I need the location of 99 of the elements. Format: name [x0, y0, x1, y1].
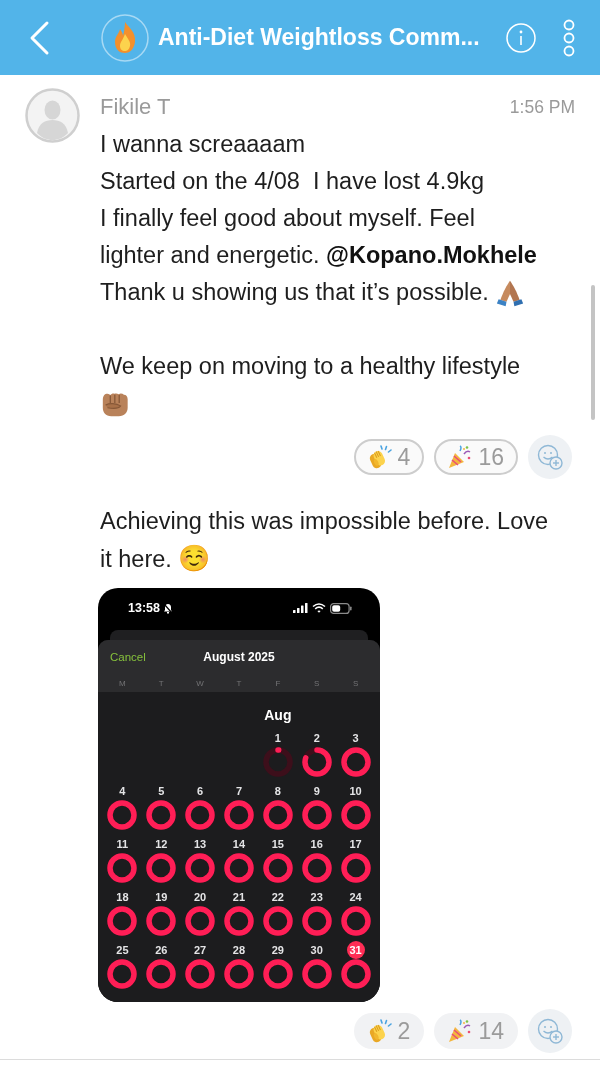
activity-ring-icon	[262, 747, 293, 777]
activity-ring-icon	[262, 906, 293, 936]
activity-ring-icon	[107, 906, 138, 936]
activity-ring-icon	[301, 853, 332, 883]
calendar-day: 16	[310, 837, 323, 851]
activity-ring-icon	[262, 800, 293, 830]
activity-ring-icon	[107, 853, 138, 883]
calendar-day: 9	[313, 784, 320, 798]
calendar-day: 18	[116, 890, 129, 904]
weekday-label: F	[274, 679, 282, 689]
calendar-day: 25	[116, 943, 129, 957]
calendar-day: 27	[194, 943, 207, 957]
activity-ring-icon	[262, 853, 293, 883]
activity-ring-icon	[340, 800, 371, 830]
battery-icon	[330, 602, 352, 614]
add-reaction-button[interactable]	[528, 435, 572, 479]
calendar-day: 6	[197, 784, 204, 798]
signal-icon	[293, 603, 308, 613]
clapping-hands-icon	[367, 445, 392, 469]
calendar-day: 31	[346, 941, 365, 959]
add-emoji-icon	[537, 444, 563, 470]
calendar-day: 28	[232, 943, 246, 957]
calendar-day: 15	[271, 837, 284, 851]
activity-ring-icon	[146, 800, 177, 830]
calendar-day: 21	[232, 890, 246, 904]
fire-icon	[101, 13, 149, 62]
calendar-day: 23	[310, 890, 323, 904]
activity-ring-icon	[107, 959, 138, 989]
message-time: 1:56 PM	[509, 96, 575, 118]
reaction-button[interactable]: 16	[434, 439, 518, 475]
activity-ring-icon	[262, 959, 293, 989]
status-time: 13:58	[128, 601, 160, 615]
activity-ring-icon	[185, 853, 216, 883]
activity-ring-icon	[340, 906, 371, 936]
sheet-title: August 2025	[203, 650, 275, 664]
author-name: Fikile T	[100, 96, 171, 118]
party-popper-icon	[448, 445, 473, 469]
activity-ring-icon	[340, 853, 371, 883]
activity-ring-icon	[185, 906, 216, 936]
message-text: I wanna screaaaam Started on the 4/08 I have lost 4.9kg I finally feel good about myself. Feel lighter and energetic. @Kopano.Mokhele	[100, 130, 537, 270]
weekday-label: T	[157, 679, 165, 689]
clapping-hands-icon	[367, 1019, 392, 1043]
chat-title: Anti-Diet Weightloss Comm...	[158, 24, 481, 51]
activity-ring-icon	[107, 800, 138, 830]
avatar-icon	[25, 88, 80, 143]
back-icon[interactable]	[28, 19, 50, 56]
weekday-label: W	[195, 679, 205, 689]
calendar-day: 12	[155, 837, 168, 851]
calendar-day: 17	[349, 837, 362, 851]
party-popper-icon	[448, 1019, 473, 1043]
add-reaction-button[interactable]	[528, 1009, 572, 1053]
message-text: Achieving this was impossible before. Love it here. ☺	[100, 507, 549, 575]
info-icon[interactable]	[506, 22, 536, 53]
activity-ring-icon	[301, 906, 332, 936]
activity-ring-icon	[224, 853, 254, 883]
calendar-day: 20	[194, 890, 207, 904]
calendar-day: 2	[313, 731, 320, 745]
activity-ring-icon	[146, 959, 177, 989]
activity-ring-icon	[146, 906, 177, 936]
activity-ring-icon	[301, 800, 332, 830]
reaction-button[interactable]: 2	[353, 1013, 425, 1049]
calendar-day: 19	[155, 890, 168, 904]
bell-slash-icon	[163, 602, 173, 614]
activity-ring-icon	[224, 906, 254, 936]
calendar-day: 8	[274, 784, 281, 798]
calendar-day: 14	[232, 837, 246, 851]
calendar-day: 3	[352, 731, 359, 745]
calendar-day: 5	[158, 784, 165, 798]
calendar-day: 4	[119, 784, 126, 798]
activity-ring-icon	[340, 959, 371, 989]
activity-ring-icon	[224, 959, 254, 989]
cancel-link[interactable]: Cancel	[110, 650, 146, 664]
calendar-day: 13	[194, 837, 207, 851]
reaction-button[interactable]: 4	[353, 439, 425, 475]
calendar-day: 10	[349, 784, 362, 798]
message-text: We keep on moving to a healthy lifestyle	[100, 352, 521, 381]
activity-ring-icon	[185, 800, 216, 830]
calendar-day: 22	[271, 890, 284, 904]
add-emoji-icon	[537, 1018, 563, 1044]
calendar-day: 11	[116, 837, 129, 851]
month-label: Aug	[264, 706, 292, 724]
more-options-icon[interactable]	[562, 18, 576, 57]
reaction-button[interactable]: 14	[434, 1013, 518, 1049]
calendar-day: 26	[155, 943, 168, 957]
activity-ring-icon	[301, 959, 332, 989]
message-text: Thank u showing us that it’s possible.	[100, 278, 489, 307]
activity-ring-icon	[340, 747, 371, 777]
folded-hands-icon	[495, 278, 524, 307]
calendar-day: 7	[235, 784, 243, 798]
activity-ring-icon	[301, 747, 332, 777]
calendar-day: 24	[349, 890, 362, 904]
calendar-day: 29	[271, 943, 284, 957]
weekday-label: M	[118, 679, 127, 689]
calendar-day: 1	[274, 731, 281, 745]
calendar-day: 30	[310, 943, 323, 957]
activity-ring-icon	[146, 853, 177, 883]
activity-ring-icon	[224, 800, 254, 830]
wifi-icon	[312, 603, 326, 613]
activity-ring-icon	[185, 959, 216, 989]
